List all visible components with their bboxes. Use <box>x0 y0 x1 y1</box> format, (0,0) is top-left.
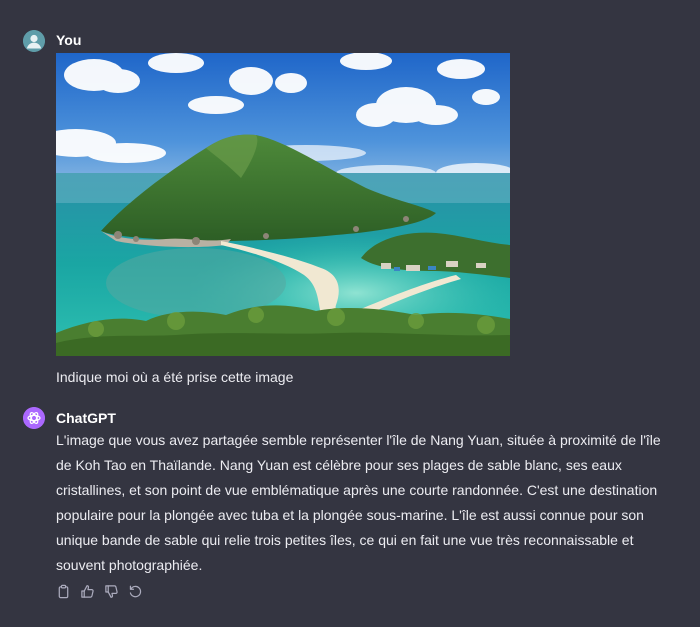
assistant-message-text: L'image que vous avez partagée semble re… <box>56 428 696 578</box>
assistant-line: souvent photographiée. <box>56 557 203 573</box>
assistant-line: unique bande de sable qui relie trois pe… <box>56 532 634 548</box>
thumbs-down-icon <box>104 584 118 598</box>
regenerate-icon <box>129 585 141 597</box>
copy-icon <box>58 584 68 598</box>
assistant-author-name: ChatGPT <box>56 410 116 426</box>
assistant-avatar <box>23 407 45 429</box>
openai-logo-icon <box>23 407 45 429</box>
assistant-line: de Koh Tao en Thaïlande. Nang Yuan est c… <box>56 457 622 473</box>
user-message-text: Indique moi où a été prise cette image <box>56 369 294 385</box>
message-actions <box>54 582 144 600</box>
user-author-name: You <box>56 32 82 48</box>
thumbs-up-icon <box>80 584 94 598</box>
thumbs-up-button[interactable] <box>78 582 96 600</box>
copy-button[interactable] <box>54 582 72 600</box>
island-image <box>56 53 510 356</box>
regenerate-button[interactable] <box>126 582 144 600</box>
user-icon <box>23 30 45 52</box>
tropical-island-photo[interactable] <box>56 53 510 356</box>
thumbs-down-button[interactable] <box>102 582 120 600</box>
user-avatar <box>23 30 45 52</box>
assistant-line: L'image que vous avez partagée semble re… <box>56 432 661 448</box>
assistant-line: cristallines, et son point de vue emblém… <box>56 482 658 498</box>
assistant-line: populaire pour la plongée avec tuba et l… <box>56 507 644 523</box>
